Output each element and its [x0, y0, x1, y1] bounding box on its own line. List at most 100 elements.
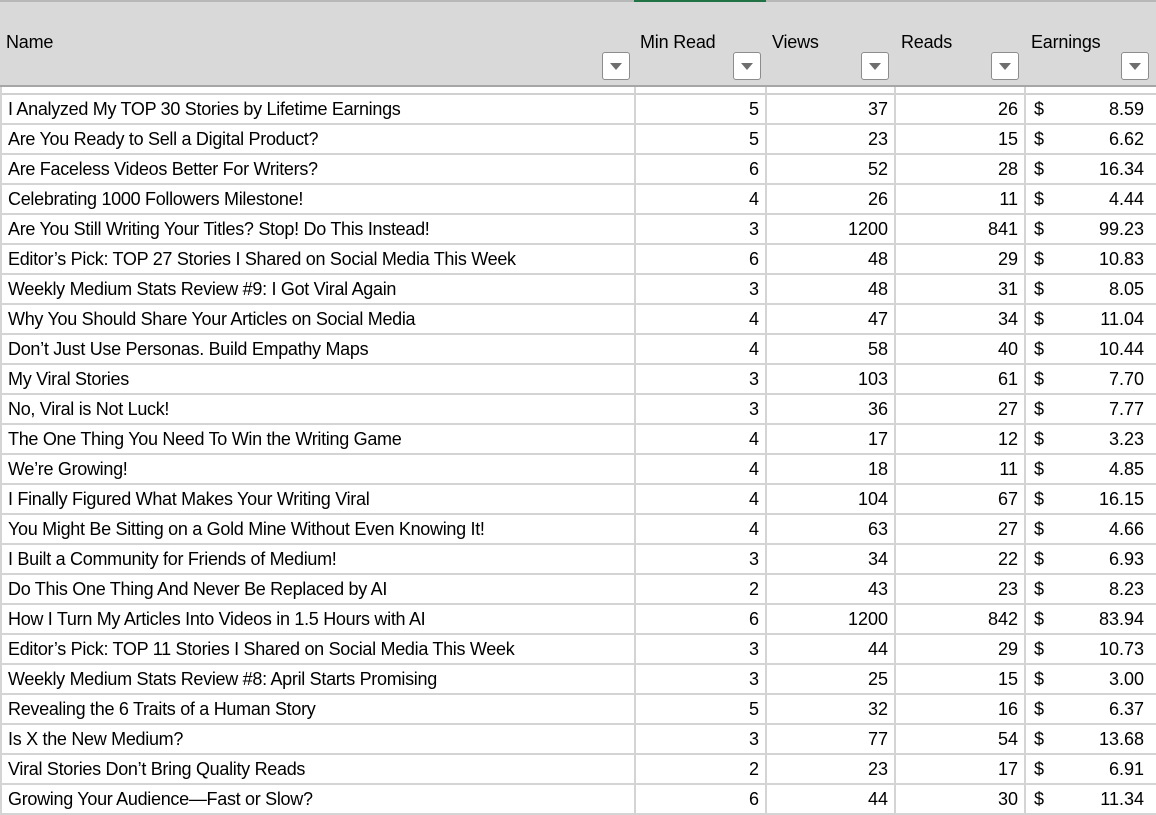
filter-dropdown-icon[interactable]: [861, 52, 889, 80]
cell-name[interactable]: I Analyzed My TOP 30 Stories by Lifetime…: [0, 95, 636, 123]
header-name[interactable]: Name: [0, 2, 634, 85]
cell-reads[interactable]: 11: [896, 455, 1026, 483]
cell-name[interactable]: You Might Be Sitting on a Gold Mine With…: [0, 515, 636, 543]
cell-reads[interactable]: 15: [896, 125, 1026, 153]
cell-reads[interactable]: 27: [896, 395, 1026, 423]
cell-min-read[interactable]: 4: [636, 335, 767, 363]
cell-earnings[interactable]: $99.23: [1026, 215, 1156, 243]
cell-views[interactable]: 77: [767, 725, 896, 753]
cell-views[interactable]: 58: [767, 335, 896, 363]
cell-min-read[interactable]: 6: [636, 245, 767, 273]
cell-earnings[interactable]: $83.94: [1026, 605, 1156, 633]
cell-earnings[interactable]: $3.00: [1026, 665, 1156, 693]
cell-min-read[interactable]: 4: [636, 515, 767, 543]
cell-reads[interactable]: 841: [896, 215, 1026, 243]
cell-reads[interactable]: 16: [896, 695, 1026, 723]
cell-min-read[interactable]: 5: [636, 695, 767, 723]
cell-min-read[interactable]: 3: [636, 215, 767, 243]
cell-reads[interactable]: 15: [896, 665, 1026, 693]
cell-views[interactable]: 17: [767, 425, 896, 453]
cell-views[interactable]: 48: [767, 245, 896, 273]
cell-earnings[interactable]: $16.15: [1026, 485, 1156, 513]
cell-views[interactable]: 18: [767, 455, 896, 483]
cell-name[interactable]: Growing Your Audience—Fast or Slow?: [0, 785, 636, 813]
cell-name[interactable]: Revealing the 6 Traits of a Human Story: [0, 695, 636, 723]
cell-reads[interactable]: 12: [896, 425, 1026, 453]
cell-views[interactable]: 36: [767, 395, 896, 423]
cell-reads[interactable]: 31: [896, 275, 1026, 303]
cell-views[interactable]: 52: [767, 155, 896, 183]
cell-views[interactable]: 104: [767, 485, 896, 513]
cell-views[interactable]: 43: [767, 575, 896, 603]
cell-earnings[interactable]: $6.93: [1026, 545, 1156, 573]
cell-name[interactable]: Editor’s Pick: TOP 11 Stories I Shared o…: [0, 635, 636, 663]
cell-reads[interactable]: 17: [896, 755, 1026, 783]
cell-reads[interactable]: 67: [896, 485, 1026, 513]
cell-views[interactable]: 63: [767, 515, 896, 543]
cell-reads[interactable]: 30: [896, 785, 1026, 813]
cell-name[interactable]: I Built a Community for Friends of Mediu…: [0, 545, 636, 573]
cell-name[interactable]: How I Turn My Articles Into Videos in 1.…: [0, 605, 636, 633]
cell-name[interactable]: I Finally Figured What Makes Your Writin…: [0, 485, 636, 513]
cell-views[interactable]: 37: [767, 95, 896, 123]
cell-earnings[interactable]: $10.73: [1026, 635, 1156, 663]
cell-min-read[interactable]: 4: [636, 455, 767, 483]
filter-dropdown-icon[interactable]: [1121, 52, 1149, 80]
cell-reads[interactable]: 29: [896, 245, 1026, 273]
cell-min-read[interactable]: 4: [636, 185, 767, 213]
cell-min-read[interactable]: 3: [636, 635, 767, 663]
cell-earnings[interactable]: $4.66: [1026, 515, 1156, 543]
cell-earnings[interactable]: $16.34: [1026, 155, 1156, 183]
cell-name[interactable]: Is X the New Medium?: [0, 725, 636, 753]
cell-earnings[interactable]: $6.91: [1026, 755, 1156, 783]
cell-reads[interactable]: 40: [896, 335, 1026, 363]
cell-name[interactable]: Weekly Medium Stats Review #8: April Sta…: [0, 665, 636, 693]
cell-views[interactable]: 47: [767, 305, 896, 333]
cell-reads[interactable]: 28: [896, 155, 1026, 183]
cell-name[interactable]: Don’t Just Use Personas. Build Empathy M…: [0, 335, 636, 363]
cell-reads[interactable]: 842: [896, 605, 1026, 633]
cell-name[interactable]: Are Faceless Videos Better For Writers?: [0, 155, 636, 183]
cell-earnings[interactable]: $4.85: [1026, 455, 1156, 483]
cell-earnings[interactable]: $7.70: [1026, 365, 1156, 393]
cell-min-read[interactable]: 5: [636, 125, 767, 153]
cell-reads[interactable]: 23: [896, 575, 1026, 603]
cell-name[interactable]: Are You Still Writing Your Titles? Stop!…: [0, 215, 636, 243]
cell-name[interactable]: The One Thing You Need To Win the Writin…: [0, 425, 636, 453]
cell-reads[interactable]: 54: [896, 725, 1026, 753]
cell-min-read[interactable]: 6: [636, 785, 767, 813]
cell-earnings[interactable]: $6.37: [1026, 695, 1156, 723]
filter-dropdown-icon[interactable]: [733, 52, 761, 80]
cell-earnings[interactable]: $11.04: [1026, 305, 1156, 333]
cell-reads[interactable]: 22: [896, 545, 1026, 573]
cell-views[interactable]: 23: [767, 125, 896, 153]
cell-views[interactable]: 48: [767, 275, 896, 303]
filter-dropdown-icon[interactable]: [602, 52, 630, 80]
cell-name[interactable]: We’re Growing!: [0, 455, 636, 483]
cell-name[interactable]: No, Viral is Not Luck!: [0, 395, 636, 423]
cell-reads[interactable]: 29: [896, 635, 1026, 663]
cell-earnings[interactable]: $10.83: [1026, 245, 1156, 273]
cell-min-read[interactable]: 3: [636, 395, 767, 423]
cell-min-read[interactable]: 6: [636, 155, 767, 183]
cell-views[interactable]: 1200: [767, 215, 896, 243]
cell-earnings[interactable]: $3.23: [1026, 425, 1156, 453]
cell-name[interactable]: Why You Should Share Your Articles on So…: [0, 305, 636, 333]
cell-reads[interactable]: 27: [896, 515, 1026, 543]
cell-name[interactable]: Do This One Thing And Never Be Replaced …: [0, 575, 636, 603]
cell-min-read[interactable]: 2: [636, 755, 767, 783]
cell-reads[interactable]: 26: [896, 95, 1026, 123]
cell-reads[interactable]: 61: [896, 365, 1026, 393]
cell-name[interactable]: Editor’s Pick: TOP 27 Stories I Shared o…: [0, 245, 636, 273]
cell-min-read[interactable]: 4: [636, 305, 767, 333]
cell-reads[interactable]: 34: [896, 305, 1026, 333]
filter-dropdown-icon[interactable]: [991, 52, 1019, 80]
cell-earnings[interactable]: $8.23: [1026, 575, 1156, 603]
cell-views[interactable]: 25: [767, 665, 896, 693]
cell-views[interactable]: 34: [767, 545, 896, 573]
cell-views[interactable]: 44: [767, 635, 896, 663]
cell-earnings[interactable]: $8.59: [1026, 95, 1156, 123]
cell-name[interactable]: Viral Stories Don’t Bring Quality Reads: [0, 755, 636, 783]
cell-min-read[interactable]: 6: [636, 605, 767, 633]
cell-earnings[interactable]: $11.34: [1026, 785, 1156, 813]
